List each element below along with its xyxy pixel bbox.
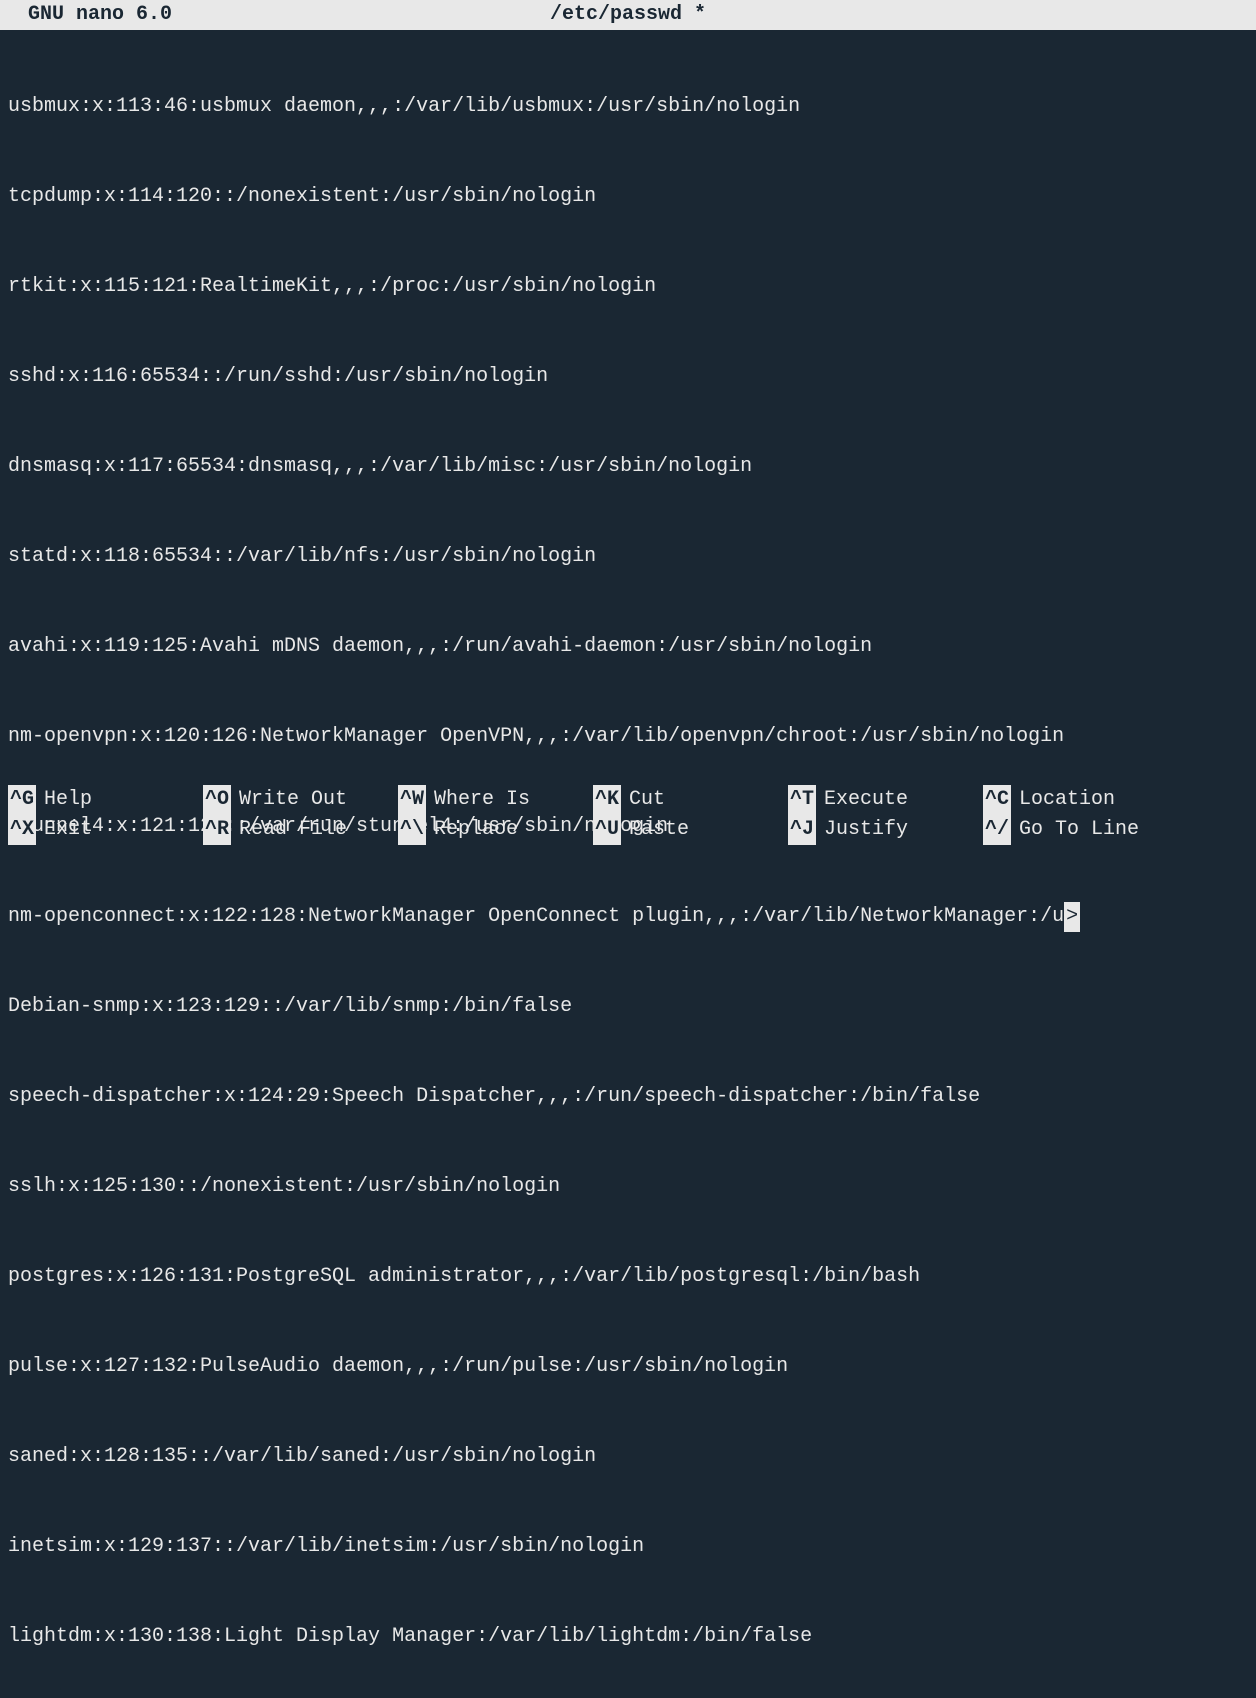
file-line[interactable]: speech-dispatcher:x:124:29:Speech Dispat… bbox=[8, 1082, 1248, 1112]
shortcut-key: ^R bbox=[203, 815, 231, 845]
editor-content[interactable]: usbmux:x:113:46:usbmux daemon,,,:/var/li… bbox=[0, 30, 1256, 1698]
shortcut-label: Justify bbox=[824, 815, 908, 845]
shortcut-justify[interactable]: ^J Justify bbox=[788, 815, 983, 845]
title-bar: GNU nano 6.0 /etc/passwd * bbox=[0, 0, 1256, 30]
shortcut-cut[interactable]: ^K Cut bbox=[593, 785, 788, 815]
file-line[interactable]: sshd:x:116:65534::/run/sshd:/usr/sbin/no… bbox=[8, 362, 1248, 392]
file-line[interactable]: nm-openconnect:x:122:128:NetworkManager … bbox=[8, 902, 1248, 932]
shortcut-key: ^C bbox=[983, 785, 1011, 815]
shortcut-key: ^J bbox=[788, 815, 816, 845]
shortcut-label: Paste bbox=[629, 815, 689, 845]
shortcut-key: ^\ bbox=[398, 815, 426, 845]
file-line[interactable]: statd:x:118:65534::/var/lib/nfs:/usr/sbi… bbox=[8, 542, 1248, 572]
shortcut-read-file[interactable]: ^R Read File bbox=[203, 815, 398, 845]
file-line[interactable]: avahi:x:119:125:Avahi mDNS daemon,,,:/ru… bbox=[8, 632, 1248, 662]
shortcut-key: ^O bbox=[203, 785, 231, 815]
file-line[interactable]: usbmux:x:113:46:usbmux daemon,,,:/var/li… bbox=[8, 92, 1248, 122]
shortcut-label: Exit bbox=[44, 815, 92, 845]
shortcut-where-is[interactable]: ^W Where Is bbox=[398, 785, 593, 815]
shortcut-row-1: ^G Help ^O Write Out ^W Where Is ^K Cut … bbox=[8, 785, 1248, 815]
shortcut-key: ^X bbox=[8, 815, 36, 845]
shortcut-help[interactable]: ^G Help bbox=[8, 785, 203, 815]
app-name: GNU nano 6.0 bbox=[4, 0, 172, 30]
overflow-indicator: > bbox=[1064, 902, 1080, 932]
shortcut-key: ^T bbox=[788, 785, 816, 815]
shortcut-write-out[interactable]: ^O Write Out bbox=[203, 785, 398, 815]
file-line[interactable]: postgres:x:126:131:PostgreSQL administra… bbox=[8, 1262, 1248, 1292]
shortcut-label: Location bbox=[1019, 785, 1115, 815]
shortcut-exit[interactable]: ^X Exit bbox=[8, 815, 203, 845]
shortcut-label: Read File bbox=[239, 815, 347, 845]
shortcut-key: ^W bbox=[398, 785, 426, 815]
file-line[interactable]: tcpdump:x:114:120::/nonexistent:/usr/sbi… bbox=[8, 182, 1248, 212]
file-line[interactable]: rtkit:x:115:121:RealtimeKit,,,:/proc:/us… bbox=[8, 272, 1248, 302]
shortcut-label: Help bbox=[44, 785, 92, 815]
file-line[interactable]: sslh:x:125:130::/nonexistent:/usr/sbin/n… bbox=[8, 1172, 1248, 1202]
shortcut-replace[interactable]: ^\ Replace bbox=[398, 815, 593, 845]
shortcut-execute[interactable]: ^T Execute bbox=[788, 785, 983, 815]
shortcut-label: Execute bbox=[824, 785, 908, 815]
file-line[interactable]: lightdm:x:130:138:Light Display Manager:… bbox=[8, 1622, 1248, 1652]
shortcut-row-2: ^X Exit ^R Read File ^\ Replace ^U Paste… bbox=[8, 815, 1248, 845]
shortcut-label: Replace bbox=[434, 815, 518, 845]
shortcut-label: Go To Line bbox=[1019, 815, 1139, 845]
shortcut-label: Where Is bbox=[434, 785, 530, 815]
shortcut-location[interactable]: ^C Location bbox=[983, 785, 1178, 815]
file-line[interactable]: pulse:x:127:132:PulseAudio daemon,,,:/ru… bbox=[8, 1352, 1248, 1382]
shortcuts-bar: ^G Help ^O Write Out ^W Where Is ^K Cut … bbox=[8, 785, 1248, 845]
file-line[interactable]: saned:x:128:135::/var/lib/saned:/usr/sbi… bbox=[8, 1442, 1248, 1472]
shortcut-key: ^/ bbox=[983, 815, 1011, 845]
shortcut-label: Write Out bbox=[239, 785, 347, 815]
shortcut-key: ^G bbox=[8, 785, 36, 815]
file-name: /etc/passwd * bbox=[550, 0, 706, 30]
file-line[interactable]: inetsim:x:129:137::/var/lib/inetsim:/usr… bbox=[8, 1532, 1248, 1562]
file-line[interactable]: nm-openvpn:x:120:126:NetworkManager Open… bbox=[8, 722, 1248, 752]
shortcut-key: ^U bbox=[593, 815, 621, 845]
shortcut-label: Cut bbox=[629, 785, 665, 815]
shortcut-go-to-line[interactable]: ^/ Go To Line bbox=[983, 815, 1178, 845]
file-line[interactable]: Debian-snmp:x:123:129::/var/lib/snmp:/bi… bbox=[8, 992, 1248, 1022]
shortcut-paste[interactable]: ^U Paste bbox=[593, 815, 788, 845]
file-line[interactable]: dnsmasq:x:117:65534:dnsmasq,,,:/var/lib/… bbox=[8, 452, 1248, 482]
shortcut-key: ^K bbox=[593, 785, 621, 815]
